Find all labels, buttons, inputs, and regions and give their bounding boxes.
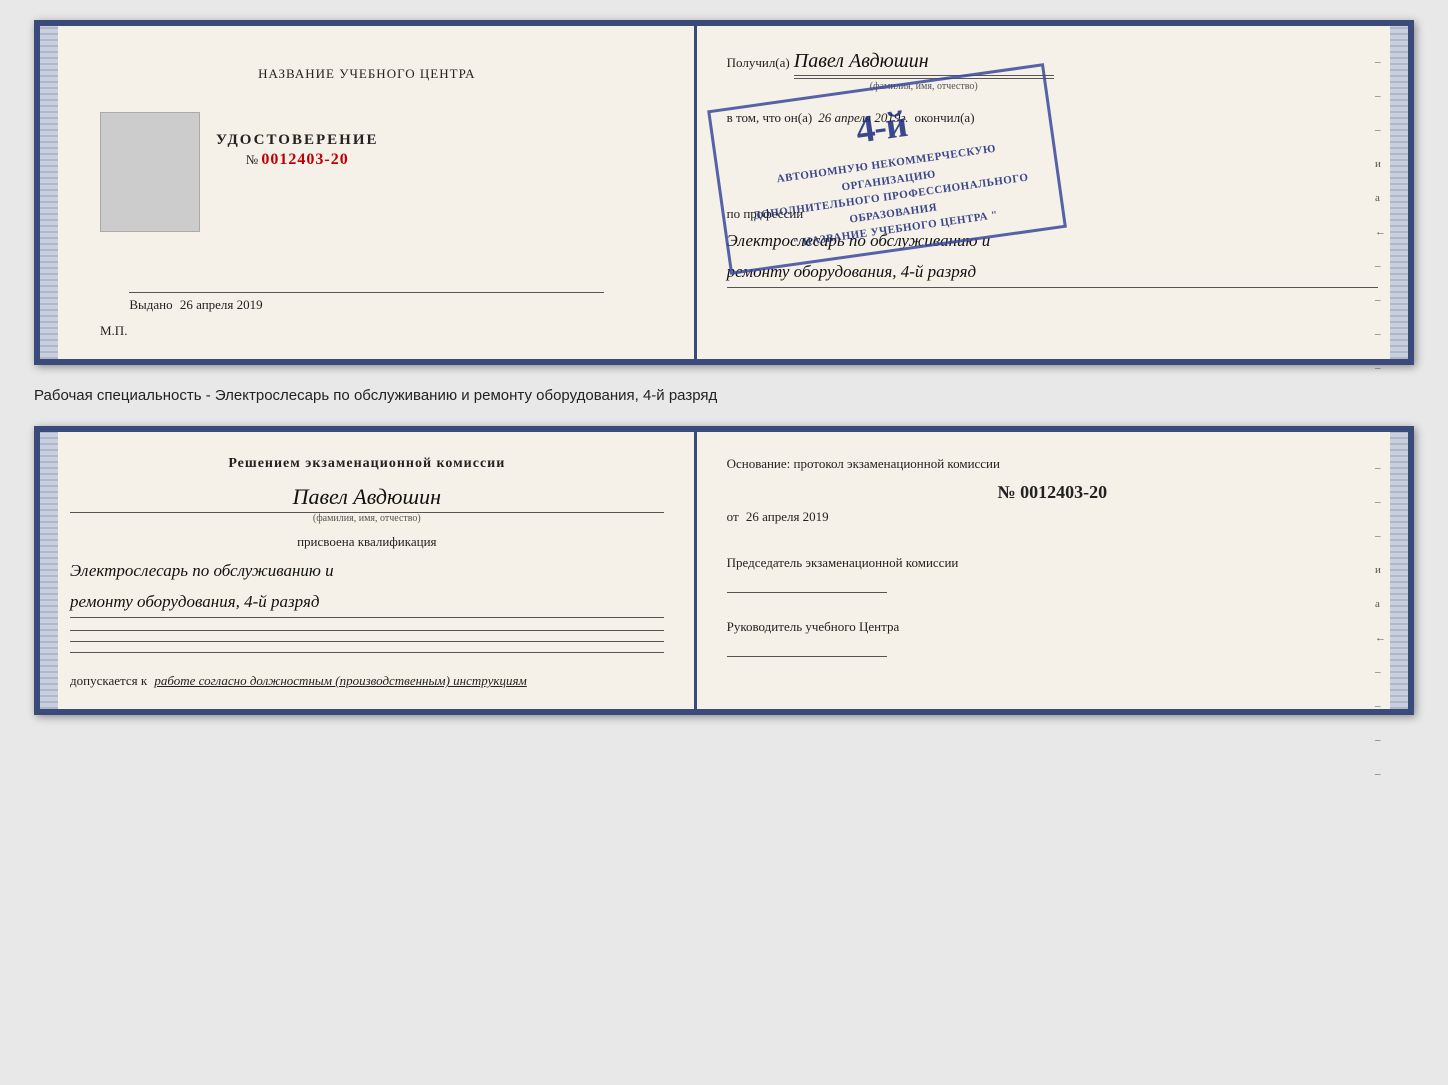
ot-line: от 26 апреля 2019 [727, 509, 1378, 525]
udostoverenie-block: УДОСТОВЕРЕНИЕ № 0012403-20 [216, 132, 379, 169]
ot-prefix: от [727, 509, 739, 524]
osnov-title: Основание: протокол экзаменационной коми… [727, 456, 1378, 472]
bottom-right-texture [1390, 432, 1408, 709]
number-prefix: № [246, 152, 258, 167]
руководитель-title: Руководитель учебного Центра [727, 619, 1378, 635]
commission-title: Решением экзаменационной комиссии [70, 456, 664, 472]
bottom-left-page: Решением экзаменационной комиссии Павел … [40, 432, 697, 709]
ot-date: 26 апреля 2019 [746, 509, 829, 524]
допускается-text: работе согласно должностным (производств… [154, 673, 526, 688]
blank-line-3 [70, 652, 664, 653]
received-prefix: Получил(а) [727, 55, 790, 71]
qualification-line2: ремонту оборудования, 4-й разряд [70, 587, 664, 618]
vydano-line: Выдано 26 апреля 2019 [129, 292, 604, 313]
chairman-title: Председатель экзаменационной комиссии [727, 555, 1378, 571]
top-left-page: НАЗВАНИЕ УЧЕБНОГО ЦЕНТРА УДОСТОВЕРЕНИЕ №… [40, 26, 697, 359]
mp-label: М.П. [100, 323, 127, 339]
bottom-person-name: Павел Авдюшин [70, 484, 664, 513]
bottom-right-page: Основание: протокол экзаменационной коми… [697, 432, 1408, 709]
top-right-page: Получил(а) Павел Авдюшин (фамилия, имя, … [697, 26, 1408, 359]
protocol-number: № 0012403-20 [727, 482, 1378, 503]
blank-line-2 [70, 641, 664, 642]
chairman-block: Председатель экзаменационной комиссии [727, 555, 1378, 609]
допускается-prefix: допускается к [70, 673, 147, 688]
bottom-left-texture [40, 432, 58, 709]
info-text: Рабочая специальность - Электрослесарь п… [34, 381, 1414, 410]
chairman-sig-line [727, 575, 887, 593]
udostoverenie-title: УДОСТОВЕРЕНИЕ [216, 132, 379, 149]
vydano-label: Выдано [129, 297, 172, 312]
руководитель-sig-line [727, 639, 887, 657]
qualification-line1: Электрослесарь по обслуживанию и [70, 556, 664, 587]
top-document: НАЗВАНИЕ УЧЕБНОГО ЦЕНТРА УДОСТОВЕРЕНИЕ №… [34, 20, 1414, 365]
top-right-dashes: – – – и а ← – – – – [1375, 56, 1386, 374]
blank-line-1 [70, 630, 664, 631]
left-texture [40, 26, 58, 359]
photo-placeholder [100, 112, 200, 232]
руководитель-block: Руководитель учебного Центра [727, 619, 1378, 673]
udostoverenie-number: 0012403-20 [261, 151, 348, 168]
right-texture [1390, 26, 1408, 359]
top-center-title: НАЗВАНИЕ УЧЕБНОГО ЦЕНТРА [258, 56, 475, 82]
bottom-fio-label: (фамилия, имя, отчество) [70, 513, 664, 524]
qualification-text: Электрослесарь по обслуживанию и ремонту… [70, 556, 664, 618]
vydano-date: 26 апреля 2019 [180, 297, 263, 312]
bottom-document: Решением экзаменационной комиссии Павел … [34, 426, 1414, 715]
bottom-right-dashes: – – – и а ← – – – – [1375, 462, 1386, 780]
допускается-block: допускается к работе согласно должностны… [70, 673, 664, 689]
assigned-text: присвоена квалификация [70, 534, 664, 550]
received-line: Получил(а) Павел Авдюшин (фамилия, имя, … [727, 50, 1378, 92]
